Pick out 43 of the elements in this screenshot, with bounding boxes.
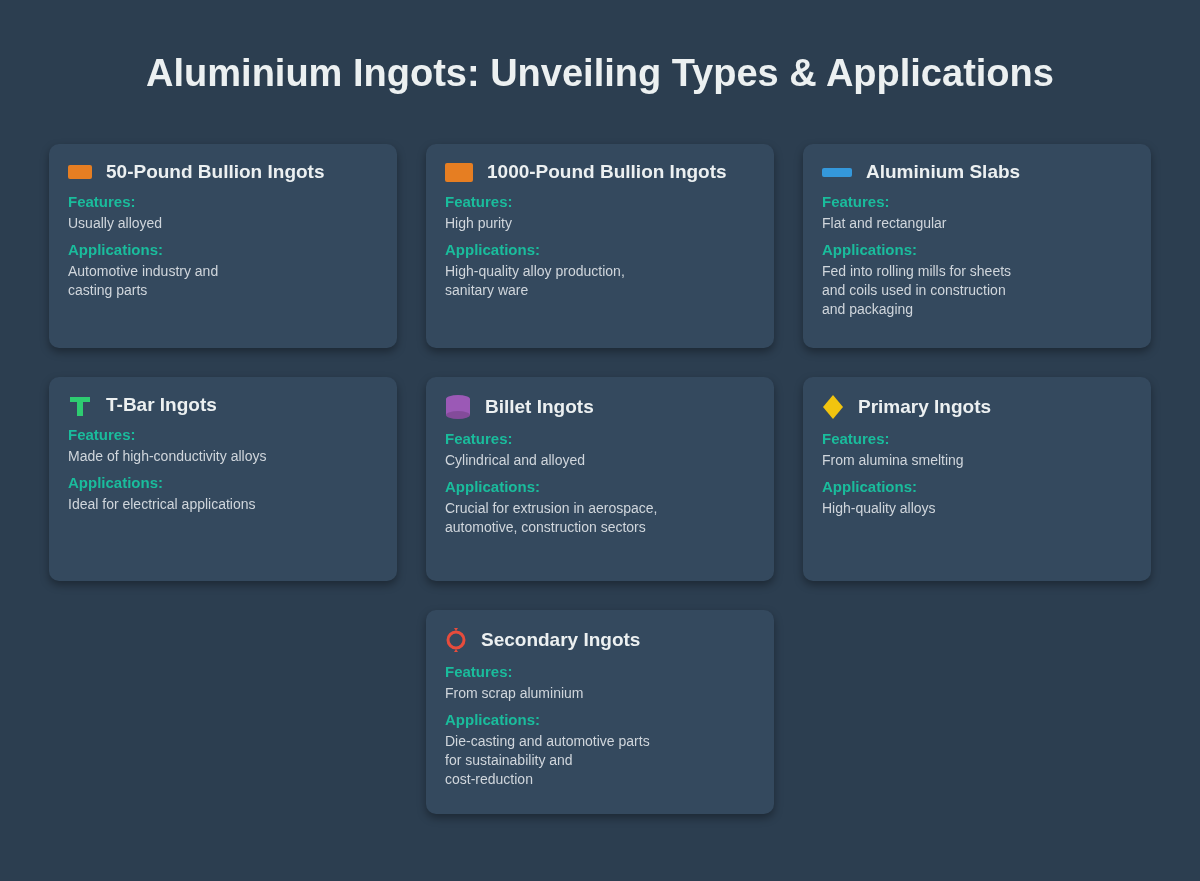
features-label: Features: — [822, 430, 890, 447]
applications-text: Fed into rolling mills for sheets and coils used in construction and packaging — [822, 262, 1012, 319]
features-text: From alumina smelting — [822, 451, 964, 470]
features-label: Features: — [445, 663, 513, 680]
card-title: 1000-Pound Bullion Ingots — [487, 161, 727, 183]
features-text: Usually alloyed — [68, 214, 163, 233]
page-title: Aluminium Ingots: Unveiling Types & Applications — [145, 51, 1055, 93]
bar-icon — [445, 162, 473, 182]
card-title: Billet Ingots — [485, 396, 594, 418]
features-label: Features: — [68, 193, 136, 210]
applications-label: Applications: — [822, 241, 917, 258]
bar-icon — [68, 165, 92, 179]
features-label: Features: — [68, 426, 136, 443]
features-text: Flat and rectangular — [822, 214, 947, 233]
applications-text: Crucial for extrusion in aerospace, automotive, construction sectors — [445, 499, 658, 537]
applications-label: Applications: — [68, 241, 163, 258]
applications-label: Applications: — [822, 478, 917, 495]
features-text: Made of high-conductivity alloys — [68, 447, 267, 466]
applications-label: Applications: — [445, 241, 540, 258]
features-label: Features: — [445, 430, 513, 447]
card-title: T-Bar Ingots — [106, 394, 217, 416]
applications-text: Automotive industry and casting parts — [68, 262, 219, 300]
card-title: Secondary Ingots — [481, 629, 641, 651]
features-label: Features: — [445, 193, 513, 210]
ring-icon — [445, 627, 467, 653]
slab-icon — [822, 167, 852, 177]
applications-label: Applications: — [445, 711, 540, 728]
features-text: Cylindrical and alloyed — [445, 451, 586, 470]
features-label: Features: — [822, 193, 890, 210]
applications-text: High-quality alloy production, sanitary ware — [445, 262, 625, 300]
applications-text: Die-casting and automotive parts for sustainability and cost-reduction — [445, 732, 650, 789]
card-title: Primary Ingots — [858, 396, 992, 418]
applications-label: Applications: — [68, 474, 163, 491]
applications-label: Applications: — [445, 478, 540, 495]
applications-text: Ideal for electrical applications — [68, 495, 256, 514]
applications-text: High-quality alloys — [822, 499, 936, 518]
diamond-icon — [822, 394, 844, 420]
card-title: Aluminium Slabs — [866, 161, 1021, 183]
card-title: 50-Pound Bullion Ingots — [106, 161, 325, 183]
t-shape-icon — [68, 394, 92, 416]
cylinder-icon — [445, 394, 471, 420]
features-text: High purity — [445, 214, 512, 233]
features-text: From scrap aluminium — [445, 684, 584, 703]
